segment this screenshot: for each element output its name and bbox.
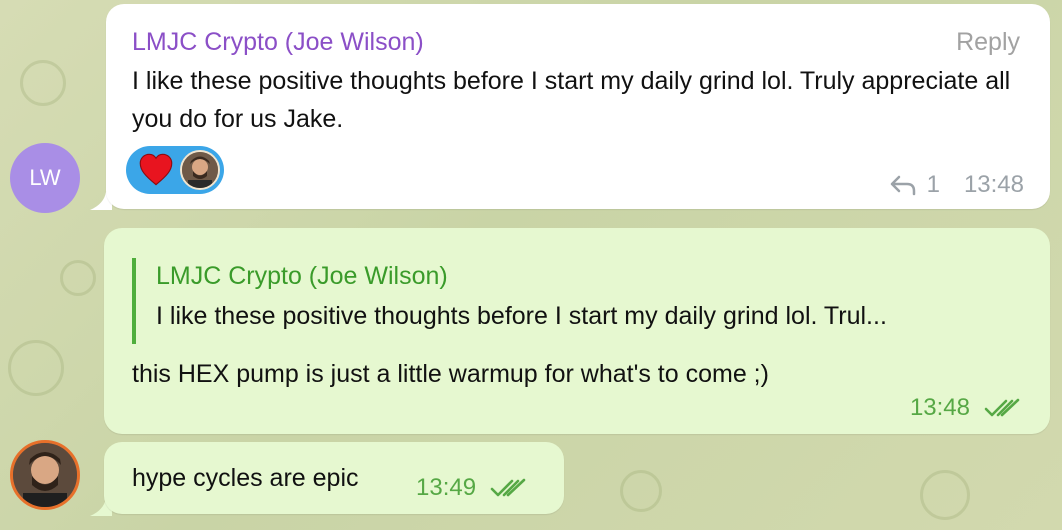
double-check-icon: [490, 478, 526, 497]
quoted-text: I like these positive thoughts before I …: [156, 302, 887, 330]
double-check-icon: [984, 398, 1020, 417]
outgoing-message[interactable]: hype cycles are epic 13:49: [104, 442, 564, 514]
outgoing-message[interactable]: LMJC Crypto (Joe Wilson) I like these po…: [104, 228, 1050, 434]
message-time: 13:49: [416, 474, 477, 501]
sender-name[interactable]: LMJC Crypto (Joe Wilson): [132, 28, 424, 57]
reply-arrow-icon: [890, 175, 915, 196]
background-doodle: [920, 470, 970, 520]
reactor-avatar: [180, 150, 220, 190]
avatar[interactable]: LW: [10, 143, 80, 213]
message-text: I like these positive thoughts before I …: [132, 67, 1011, 133]
message-text: this HEX pump is just a little warmup fo…: [132, 360, 769, 388]
background-doodle: [60, 260, 96, 296]
message-meta: 13:49: [416, 474, 528, 502]
reply-button[interactable]: Reply: [956, 28, 1020, 57]
avatar-initials: LW: [29, 165, 61, 190]
message-meta: 1 13:48: [889, 171, 1024, 199]
reply-count: 1: [926, 171, 940, 198]
message-time: 13:48: [909, 394, 970, 421]
heart-icon: [139, 153, 173, 186]
background-doodle: [620, 470, 662, 512]
incoming-message[interactable]: LMJC Crypto (Joe Wilson) Reply I like th…: [106, 4, 1050, 209]
quoted-message[interactable]: LMJC Crypto (Joe Wilson) I like these po…: [132, 258, 1032, 344]
reaction-pill[interactable]: [126, 146, 224, 194]
quoted-sender: LMJC Crypto (Joe Wilson): [156, 262, 448, 290]
message-meta: 13:48: [910, 394, 1022, 422]
background-doodle: [8, 340, 64, 396]
message-text: hype cycles are epic: [132, 464, 359, 492]
avatar[interactable]: [10, 440, 80, 510]
message-time: 13:48: [963, 171, 1024, 198]
background-doodle: [20, 60, 66, 106]
